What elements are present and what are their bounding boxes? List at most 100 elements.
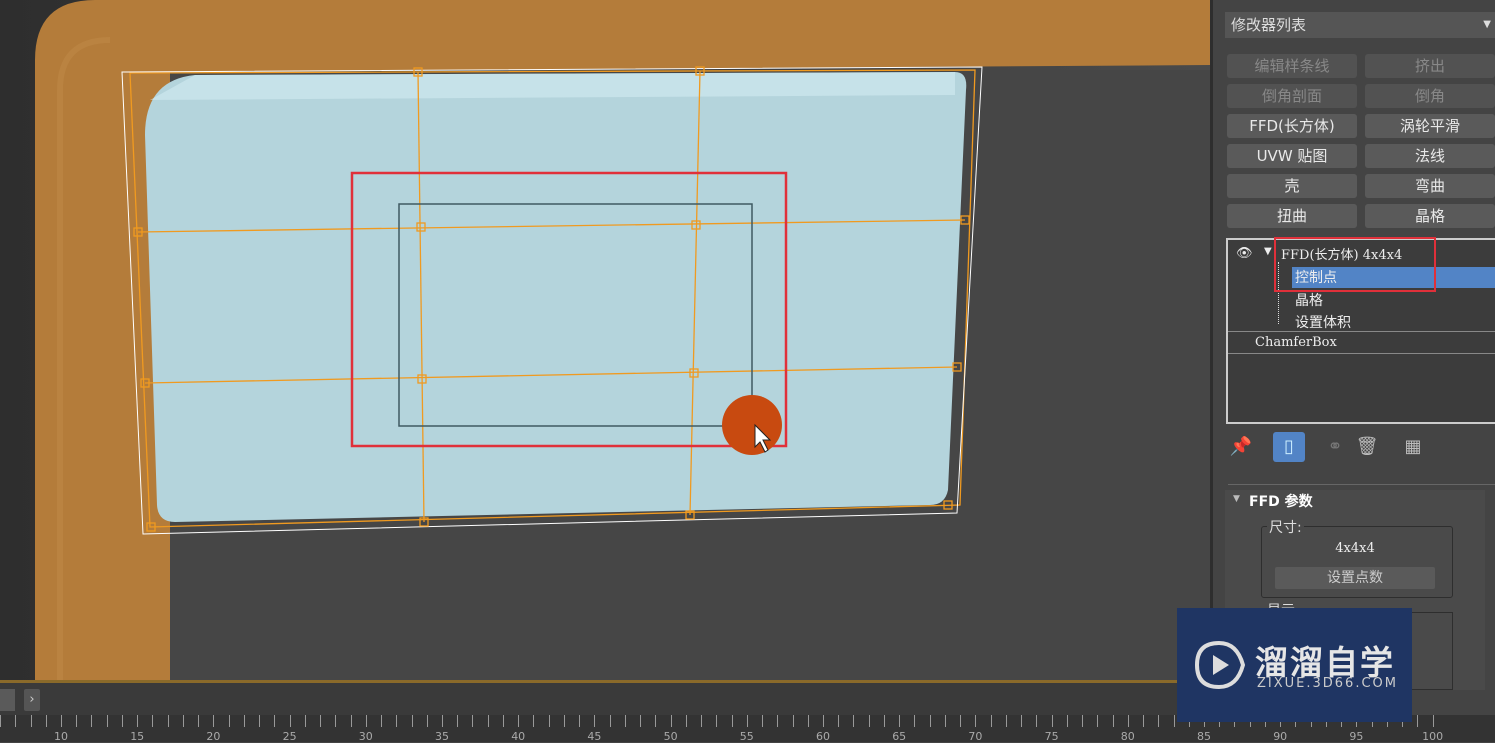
- stack-item-chamferbox[interactable]: ChamferBox: [1255, 335, 1337, 350]
- stack-item-set-volume[interactable]: 设置体积: [1295, 312, 1351, 332]
- play-logo-icon: [1194, 640, 1246, 690]
- modifier-button[interactable]: 挤出: [1365, 54, 1495, 78]
- ruler-label: 95: [1349, 730, 1364, 743]
- ruler-tick: [807, 715, 809, 727]
- ruler-tick: [411, 715, 413, 727]
- next-frame-button[interactable]: ›: [24, 689, 40, 711]
- ruler-tick: [1066, 715, 1068, 727]
- ruler-tick: [213, 715, 215, 727]
- rollout-title[interactable]: FFD 参数: [1249, 491, 1313, 511]
- dimensions-label: 尺寸:: [1267, 517, 1304, 537]
- ruler-tick: [61, 715, 62, 727]
- modifier-button[interactable]: 法线: [1365, 144, 1495, 168]
- ruler-tick: [533, 715, 535, 727]
- chevron-down-icon: ▼: [1483, 19, 1491, 30]
- ruler-tick: [792, 715, 794, 727]
- modifier-list-dropdown[interactable]: 修改器列表 ▼: [1225, 12, 1495, 38]
- viewport[interactable]: [0, 0, 1210, 680]
- make-unique-icon[interactable]: ⚭: [1321, 432, 1349, 462]
- ruler-tick: [868, 715, 870, 727]
- divider: [1228, 484, 1495, 485]
- modifier-button[interactable]: 扭曲: [1227, 204, 1357, 228]
- ruler-label: 50: [663, 730, 678, 743]
- ruler-tick: [442, 715, 443, 727]
- ruler-label: 35: [435, 730, 449, 743]
- ruler-tick: [975, 715, 977, 727]
- ruler-tick: [670, 715, 672, 727]
- ruler-tick: [365, 715, 367, 727]
- ruler-label: 40: [511, 730, 526, 743]
- ruler-tick: [106, 715, 108, 727]
- set-points-button[interactable]: 设置点数: [1275, 567, 1435, 589]
- ruler-tick: [167, 715, 169, 727]
- ruler-tick: [1158, 715, 1160, 727]
- ruler-tick: [472, 715, 474, 727]
- modifier-button[interactable]: 倒角剖面: [1227, 84, 1357, 108]
- ruler-tick: [426, 715, 428, 727]
- ruler-label: 10: [54, 730, 68, 743]
- ruler-label: 65: [892, 730, 907, 743]
- time-slider[interactable]: [0, 689, 15, 711]
- ruler-label: 100: [1422, 730, 1444, 743]
- ruler-tick: [777, 715, 779, 727]
- ruler-tick: [259, 715, 261, 727]
- ruler-tick: [899, 715, 901, 727]
- ruler-tick: [640, 715, 642, 727]
- modifier-button[interactable]: 涡轮平滑: [1365, 114, 1495, 138]
- watermark-logo: 溜溜自学 ZIXUE.3D66.COM: [1177, 608, 1412, 722]
- cursor-click-indicator: [722, 395, 782, 455]
- ruler-tick: [853, 715, 855, 727]
- ruler-tick: [731, 715, 733, 727]
- ruler-tick: [91, 715, 93, 727]
- ruler-tick: [76, 715, 78, 727]
- ruler-tick: [746, 715, 748, 727]
- dimensions-value: 4x4x4: [1335, 541, 1375, 556]
- ruler-tick: [502, 715, 504, 727]
- highlight-box: [1274, 237, 1436, 292]
- modifier-button[interactable]: 倒角: [1365, 84, 1495, 108]
- ruler-tick: [990, 715, 992, 727]
- ruler-tick: [762, 715, 764, 727]
- ruler-tick: [152, 715, 154, 727]
- configure-sets-icon[interactable]: ▦: [1399, 432, 1427, 462]
- ruler-tick: [15, 715, 17, 727]
- modifier-button[interactable]: 弯曲: [1365, 174, 1495, 198]
- ruler-tick: [1051, 715, 1053, 727]
- ruler-tick: [304, 715, 306, 727]
- ruler-tick: [716, 715, 718, 727]
- ruler-tick: [624, 715, 626, 727]
- ruler-tick: [1005, 715, 1007, 727]
- ruler-tick: [0, 715, 2, 727]
- stack-item-lattice[interactable]: 晶格: [1295, 290, 1323, 310]
- ruler-label: 25: [282, 730, 297, 743]
- ruler-tick: [929, 715, 931, 727]
- modifier-button[interactable]: UVW 贴图: [1227, 144, 1357, 168]
- modifier-button[interactable]: FFD(长方体): [1227, 114, 1357, 138]
- ruler-tick: [685, 715, 687, 727]
- ruler-tick: [1036, 715, 1038, 727]
- viewport-scene: [0, 0, 1210, 680]
- trash-icon[interactable]: 🗑: [1353, 432, 1381, 462]
- ruler-tick: [655, 715, 657, 727]
- ruler-tick: [579, 715, 581, 727]
- collapse-triangle-icon[interactable]: ▼: [1233, 494, 1240, 504]
- modifier-button[interactable]: 壳: [1227, 174, 1357, 198]
- ruler-tick: [228, 715, 230, 727]
- ruler-label: 85: [1197, 730, 1211, 743]
- pin-stack-icon[interactable]: 📌: [1229, 432, 1253, 462]
- ruler-tick: [30, 715, 32, 727]
- eye-icon[interactable]: 👁: [1236, 246, 1253, 261]
- modifier-button[interactable]: 晶格: [1365, 204, 1495, 228]
- ruler-tick: [1112, 715, 1114, 727]
- expand-triangle-icon[interactable]: ▼: [1264, 246, 1272, 257]
- ruler-tick: [1097, 715, 1099, 727]
- ruler-tick: [823, 715, 824, 727]
- ruler-label: 20: [206, 730, 221, 743]
- ruler-tick: [45, 715, 47, 727]
- ruler-tick: [335, 715, 337, 727]
- ruler-label: 70: [968, 730, 983, 743]
- ruler-tick: [198, 715, 200, 727]
- ruler-tick: [701, 715, 703, 727]
- show-end-result-icon[interactable]: ▯: [1273, 432, 1305, 462]
- modifier-button[interactable]: 编辑样条线: [1227, 54, 1357, 78]
